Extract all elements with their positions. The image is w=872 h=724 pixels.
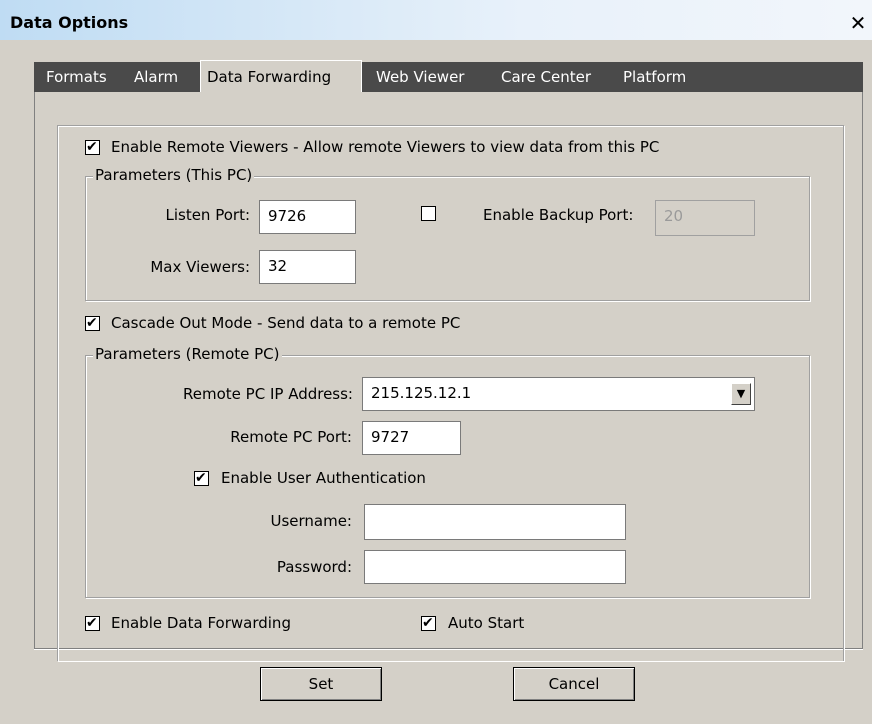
remote-ip-label: Remote PC IP Address: (183, 385, 353, 403)
tab-platform[interactable]: Platform (623, 62, 686, 92)
tab-web-viewer[interactable]: Web Viewer (376, 62, 464, 92)
set-button[interactable]: Set (260, 667, 382, 701)
auto-start-label: Auto Start (448, 614, 525, 632)
enable-backup-port-label: Enable Backup Port: (483, 206, 634, 224)
cascade-out-mode-label: Cascade Out Mode - Send data to a remote… (111, 314, 461, 332)
cascade-out-mode-checkbox[interactable] (85, 313, 100, 333)
tab-strip: Formats Alarm Data Forwarding Web Viewer… (34, 60, 863, 92)
enable-user-auth-checkbox[interactable] (194, 468, 209, 488)
window-title: Data Options (10, 13, 129, 32)
tab-alarm[interactable]: Alarm (134, 62, 178, 92)
remote-port-label: Remote PC Port: (230, 428, 352, 446)
remote-ip-combobox[interactable]: 215.125.12.1 (362, 377, 755, 411)
enable-backup-port-checkbox[interactable] (421, 206, 436, 221)
max-viewers-input[interactable]: 32 (259, 250, 356, 284)
chevron-down-icon[interactable]: ▼ (731, 383, 751, 405)
tab-care-center[interactable]: Care Center (501, 62, 591, 92)
auto-start-checkbox[interactable] (421, 613, 436, 633)
remote-ip-value: 215.125.12.1 (371, 384, 472, 402)
this-pc-group (85, 176, 810, 301)
max-viewers-label: Max Viewers: (150, 258, 250, 276)
username-label: Username: (270, 512, 352, 530)
password-input[interactable] (364, 550, 626, 584)
backup-port-input[interactable]: 20 (655, 200, 755, 236)
cancel-button[interactable]: Cancel (513, 667, 635, 701)
enable-data-forwarding-label: Enable Data Forwarding (111, 614, 291, 632)
enable-remote-viewers-checkbox[interactable] (85, 137, 100, 157)
this-pc-group-label: Parameters (This PC) (93, 166, 255, 184)
enable-remote-viewers-label: Enable Remote Viewers - Allow remote Vie… (111, 138, 660, 156)
password-label: Password: (276, 558, 352, 576)
enable-user-auth-label: Enable User Authentication (221, 469, 426, 487)
title-bar: Data Options ✕ (0, 0, 872, 40)
remote-pc-group-label: Parameters (Remote PC) (93, 345, 282, 363)
username-input[interactable] (364, 504, 626, 540)
tab-data-forwarding[interactable]: Data Forwarding (200, 60, 362, 92)
enable-data-forwarding-checkbox[interactable] (85, 613, 100, 633)
tab-formats[interactable]: Formats (46, 62, 107, 92)
remote-port-input[interactable]: 9727 (362, 421, 461, 455)
listen-port-input[interactable]: 9726 (259, 200, 356, 234)
close-icon[interactable]: ✕ (848, 13, 868, 34)
listen-port-label: Listen Port: (165, 206, 250, 224)
